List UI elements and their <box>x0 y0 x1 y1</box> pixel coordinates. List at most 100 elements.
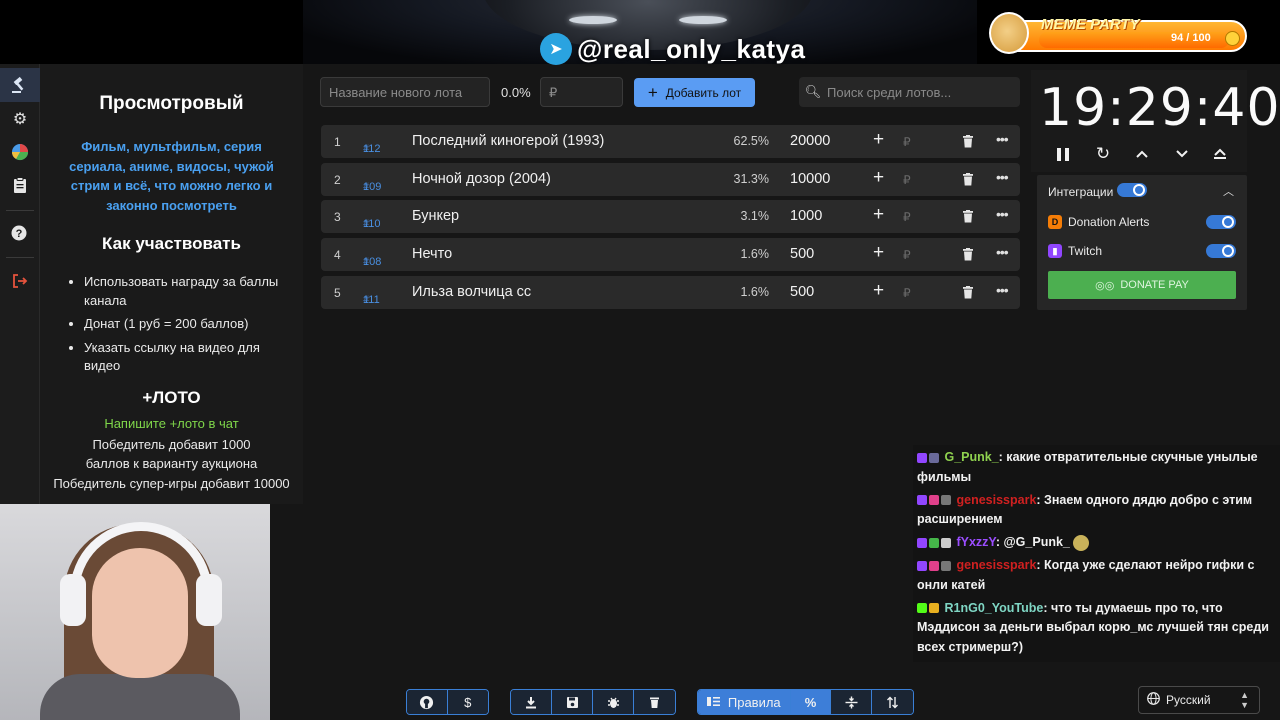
timer-up-icon[interactable] <box>1128 144 1156 164</box>
lot-amount[interactable]: 500 <box>790 284 814 300</box>
meme-party-count: 94 / 100 <box>1171 32 1211 44</box>
telegram-handle: @real_only_katya <box>577 34 806 64</box>
toolbar-group-links: $ <box>406 689 489 715</box>
save-icon[interactable] <box>552 690 593 714</box>
language-select[interactable]: Русский ▲ ▼ <box>1138 686 1260 714</box>
ruble-icon[interactable]: ₽ <box>903 173 911 187</box>
add-amount-icon[interactable]: + <box>873 129 884 151</box>
add-amount-icon[interactable]: + <box>873 242 884 264</box>
twitch-toggle[interactable] <box>1206 244 1236 258</box>
chat-user: G_Punk_ <box>944 450 999 464</box>
timer-down-icon[interactable] <box>1168 144 1196 164</box>
loto-title: +ЛОТО <box>142 387 201 407</box>
twitch-icon: ▮ <box>1048 244 1062 258</box>
add-lot-button[interactable]: + Добавить лот <box>634 78 755 107</box>
rules-button[interactable]: Правила <box>698 690 791 714</box>
stats-icon[interactable] <box>0 135 40 169</box>
split-icon[interactable] <box>831 690 873 714</box>
download-icon[interactable] <box>511 690 552 714</box>
trash-icon[interactable] <box>962 248 974 261</box>
chat-user: fYxzzY <box>956 535 996 549</box>
lot-name[interactable]: Нечто <box>412 246 452 262</box>
new-lot-name-input[interactable] <box>320 77 490 107</box>
trash-icon[interactable] <box>962 135 974 148</box>
help-icon[interactable]: ? <box>0 217 40 251</box>
lot-row[interactable]: 2 #109 Ночной дозор (2004) 31.3% 10000 + ₽ ••• <box>321 162 1020 196</box>
lot-search-input[interactable] <box>827 84 1012 100</box>
more-options-icon[interactable]: ••• <box>996 206 1009 222</box>
chat-user: genesisspark <box>956 558 1037 572</box>
pause-icon[interactable] <box>1049 144 1077 164</box>
more-options-icon[interactable]: ••• <box>996 169 1009 185</box>
bug-icon[interactable] <box>593 690 634 714</box>
lot-name[interactable]: Последний киногерой (1993) <box>412 133 604 149</box>
lot-amount[interactable]: 10000 <box>790 171 830 187</box>
lot-row[interactable]: 5 #111 Ильза волчица сс 1.6% 500 + ₽ ••• <box>321 275 1020 309</box>
lot-id-value: 110 <box>363 218 381 231</box>
integrations-toggle[interactable] <box>1117 183 1147 197</box>
lot-row[interactable]: 3 #110 Бункер 3.1% 1000 + ₽ ••• <box>321 200 1020 234</box>
add-amount-icon[interactable]: + <box>873 280 884 302</box>
lot-search[interactable]: 🔍︎ <box>799 77 1020 107</box>
ruble-icon[interactable]: ₽ <box>903 286 911 300</box>
trash-icon[interactable] <box>962 172 974 186</box>
badge-icon <box>917 537 927 548</box>
donation-alerts-icon: D <box>1048 215 1062 229</box>
badge-icon <box>941 537 951 548</box>
trash-icon[interactable] <box>962 210 974 223</box>
integration-donation-alerts: D Donation Alerts <box>1048 215 1149 229</box>
lot-name[interactable]: Бункер <box>412 208 459 224</box>
coin-icon <box>1225 31 1240 46</box>
lot-name[interactable]: Ильза волчица сс <box>412 284 531 300</box>
chat-message: genesisspark: Знаем одного дядю добро с … <box>917 491 1276 530</box>
delete-icon[interactable] <box>634 690 675 714</box>
percent-icon[interactable]: % <box>790 690 832 714</box>
auction-icon[interactable] <box>0 68 40 102</box>
ruble-icon[interactable]: ₽ <box>903 210 911 224</box>
new-lot-price-input[interactable] <box>540 77 623 107</box>
donation-alerts-toggle[interactable] <box>1206 215 1236 229</box>
reset-icon[interactable]: ↻ <box>1089 144 1117 164</box>
integrations-title: Интеграции <box>1048 185 1114 199</box>
ruble-icon[interactable]: ₽ <box>903 248 911 262</box>
more-options-icon[interactable]: ••• <box>996 131 1009 147</box>
rules-label: Правила <box>727 694 781 710</box>
lot-amount[interactable]: 20000 <box>790 133 830 149</box>
lot-number: 5 <box>334 285 341 300</box>
more-options-icon[interactable]: ••• <box>996 282 1009 298</box>
badge-icon <box>929 560 939 571</box>
clipboard-icon[interactable] <box>0 168 40 202</box>
how-title: Как участвовать <box>102 234 241 253</box>
loto-super-text: Победитель супер-игры добавит 10000 <box>53 475 290 491</box>
chevron-up-icon[interactable]: ︿ <box>1223 183 1234 199</box>
lot-number: 4 <box>334 248 341 263</box>
donate-pay-icon: ◎◎ <box>1095 279 1115 292</box>
trash-icon[interactable] <box>962 285 974 299</box>
badge-icon <box>929 452 939 463</box>
logout-icon[interactable] <box>0 264 40 298</box>
lot-amount[interactable]: 500 <box>790 246 814 262</box>
lot-amount[interactable]: 1000 <box>790 208 822 224</box>
settings-icon[interactable]: ⚙ <box>0 102 40 136</box>
lot-name[interactable]: Ночной дозор (2004) <box>412 171 551 187</box>
dollar-icon[interactable]: $ <box>447 690 488 714</box>
lot-number: 2 <box>334 172 341 187</box>
chat-message: fYxzzY: @G_Punk_ <box>917 533 1276 553</box>
toolbar-group-view: Правила % <box>697 689 914 715</box>
add-amount-icon[interactable]: + <box>873 204 884 226</box>
add-amount-icon[interactable]: + <box>873 167 884 189</box>
timer-panel: 19:29:40 ↻ <box>1031 70 1280 172</box>
new-lot-percent: 0.0% <box>501 85 531 100</box>
more-options-icon[interactable]: ••• <box>996 244 1009 260</box>
search-icon: 🔍︎ <box>804 84 822 99</box>
sort-icon[interactable] <box>872 690 913 714</box>
lot-row[interactable]: 1 #112 Последний киногерой (1993) 62.5% 2000… <box>321 125 1020 158</box>
lot-row[interactable]: 4 #108 Нечто 1.6% 500 + ₽ ••• <box>321 238 1020 272</box>
ruble-icon[interactable]: ₽ <box>903 135 911 149</box>
timer-top-icon[interactable] <box>1206 144 1234 164</box>
github-icon[interactable] <box>407 690 448 714</box>
rules-panel: Просмотровый Фильм, мультфильм, серия се… <box>40 64 303 504</box>
banner-eye-right <box>679 16 727 24</box>
lot-percent: 1.6% <box>740 247 770 262</box>
donate-pay-button[interactable]: ◎◎ DONATE PAY <box>1048 271 1236 299</box>
